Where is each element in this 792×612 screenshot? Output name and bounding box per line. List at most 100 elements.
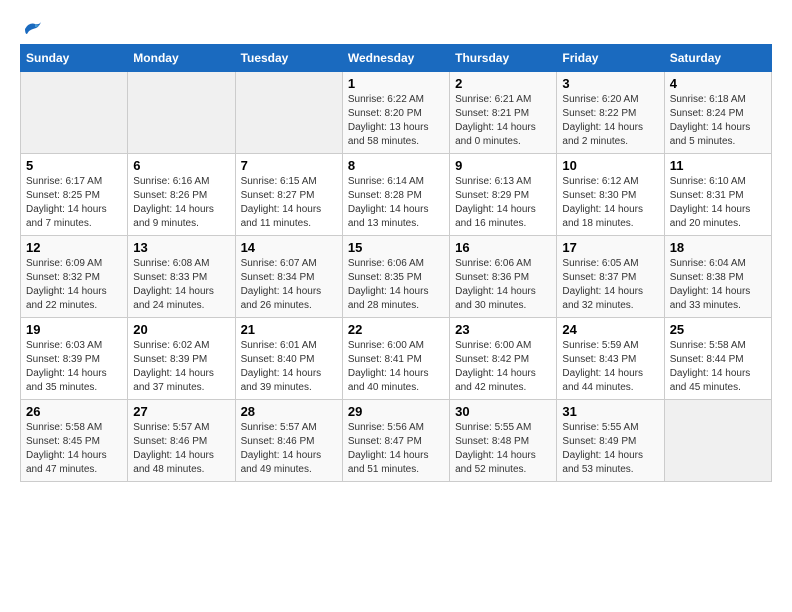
day-info: Sunrise: 5:55 AM Sunset: 8:48 PM Dayligh…: [455, 421, 551, 477]
day-number: 28: [241, 404, 337, 419]
weekday-header-thursday: Thursday: [450, 45, 557, 72]
day-number: 2: [455, 76, 551, 91]
day-info: Sunrise: 6:22 AM Sunset: 8:20 PM Dayligh…: [348, 93, 444, 149]
day-info: Sunrise: 6:00 AM Sunset: 8:42 PM Dayligh…: [455, 339, 551, 395]
day-number: 17: [562, 240, 658, 255]
calendar-cell: 27 Sunrise: 5:57 AM Sunset: 8:46 PM Dayli…: [128, 400, 235, 482]
day-info: Sunrise: 6:02 AM Sunset: 8:39 PM Dayligh…: [133, 339, 229, 395]
weekday-header-wednesday: Wednesday: [342, 45, 449, 72]
calendar-cell: 1 Sunrise: 6:22 AM Sunset: 8:20 PM Daylig…: [342, 72, 449, 154]
day-info: Sunrise: 5:58 AM Sunset: 8:45 PM Dayligh…: [26, 421, 122, 477]
day-info: Sunrise: 5:55 AM Sunset: 8:49 PM Dayligh…: [562, 421, 658, 477]
calendar-cell: 11 Sunrise: 6:10 AM Sunset: 8:31 PM Dayli…: [664, 154, 771, 236]
calendar-cell: 18Sunrise: 6:04 AM Sunset: 8:38 PM Dayli…: [664, 236, 771, 318]
page-header: [20, 20, 772, 34]
calendar-cell: 7 Sunrise: 6:15 AM Sunset: 8:27 PM Daylig…: [235, 154, 342, 236]
day-number: 16: [455, 240, 551, 255]
calendar-cell: 8 Sunrise: 6:14 AM Sunset: 8:28 PM Daylig…: [342, 154, 449, 236]
calendar-week-4: 19 Sunrise: 6:03 AM Sunset: 8:39 PM Dayli…: [21, 318, 772, 400]
calendar-cell: 31 Sunrise: 5:55 AM Sunset: 8:49 PM Dayli…: [557, 400, 664, 482]
day-number: 3: [562, 76, 658, 91]
day-number: 23: [455, 322, 551, 337]
calendar-cell: 19 Sunrise: 6:03 AM Sunset: 8:39 PM Dayli…: [21, 318, 128, 400]
day-info: Sunrise: 5:59 AM Sunset: 8:43 PM Dayligh…: [562, 339, 658, 395]
day-info: Sunrise: 6:20 AM Sunset: 8:22 PM Dayligh…: [562, 93, 658, 149]
calendar-cell: 6 Sunrise: 6:16 AM Sunset: 8:26 PM Daylig…: [128, 154, 235, 236]
day-info: Sunrise: 6:06 AM Sunset: 8:36 PM Dayligh…: [455, 257, 551, 313]
day-number: 22: [348, 322, 444, 337]
calendar-cell: 10 Sunrise: 6:12 AM Sunset: 8:30 PM Dayli…: [557, 154, 664, 236]
day-number: 15: [348, 240, 444, 255]
day-info: Sunrise: 6:21 AM Sunset: 8:21 PM Dayligh…: [455, 93, 551, 149]
day-info: Sunrise: 6:03 AM Sunset: 8:39 PM Dayligh…: [26, 339, 122, 395]
calendar-cell: 12 Sunrise: 6:09 AM Sunset: 8:32 PM Dayli…: [21, 236, 128, 318]
calendar-cell: 17Sunrise: 6:05 AM Sunset: 8:37 PM Dayli…: [557, 236, 664, 318]
day-number: 27: [133, 404, 229, 419]
calendar-week-1: 1 Sunrise: 6:22 AM Sunset: 8:20 PM Daylig…: [21, 72, 772, 154]
calendar-week-3: 12 Sunrise: 6:09 AM Sunset: 8:32 PM Dayli…: [21, 236, 772, 318]
day-info: Sunrise: 6:04 AM Sunset: 8:38 PM Dayligh…: [670, 257, 766, 313]
day-info: Sunrise: 6:12 AM Sunset: 8:30 PM Dayligh…: [562, 175, 658, 231]
calendar-cell: 5Sunrise: 6:17 AM Sunset: 8:25 PM Daylig…: [21, 154, 128, 236]
calendar-cell: 16 Sunrise: 6:06 AM Sunset: 8:36 PM Dayli…: [450, 236, 557, 318]
day-number: 20: [133, 322, 229, 337]
calendar-cell: [128, 72, 235, 154]
day-info: Sunrise: 6:09 AM Sunset: 8:32 PM Dayligh…: [26, 257, 122, 313]
day-info: Sunrise: 5:58 AM Sunset: 8:44 PM Dayligh…: [670, 339, 766, 395]
day-number: 13: [133, 240, 229, 255]
day-number: 14: [241, 240, 337, 255]
day-info: Sunrise: 6:06 AM Sunset: 8:35 PM Dayligh…: [348, 257, 444, 313]
day-number: 26: [26, 404, 122, 419]
day-info: Sunrise: 6:15 AM Sunset: 8:27 PM Dayligh…: [241, 175, 337, 231]
day-info: Sunrise: 5:57 AM Sunset: 8:46 PM Dayligh…: [133, 421, 229, 477]
calendar-cell: 29 Sunrise: 5:56 AM Sunset: 8:47 PM Dayli…: [342, 400, 449, 482]
day-number: 5: [26, 158, 122, 173]
calendar-cell: 23 Sunrise: 6:00 AM Sunset: 8:42 PM Dayli…: [450, 318, 557, 400]
day-number: 29: [348, 404, 444, 419]
weekday-header-monday: Monday: [128, 45, 235, 72]
day-info: Sunrise: 6:00 AM Sunset: 8:41 PM Dayligh…: [348, 339, 444, 395]
day-info: Sunrise: 6:10 AM Sunset: 8:31 PM Dayligh…: [670, 175, 766, 231]
calendar-cell: 24 Sunrise: 5:59 AM Sunset: 8:43 PM Dayli…: [557, 318, 664, 400]
weekday-header-tuesday: Tuesday: [235, 45, 342, 72]
calendar-cell: 25Sunrise: 5:58 AM Sunset: 8:44 PM Dayli…: [664, 318, 771, 400]
calendar-cell: 14 Sunrise: 6:07 AM Sunset: 8:34 PM Dayli…: [235, 236, 342, 318]
day-number: 24: [562, 322, 658, 337]
day-info: Sunrise: 5:56 AM Sunset: 8:47 PM Dayligh…: [348, 421, 444, 477]
calendar-week-2: 5Sunrise: 6:17 AM Sunset: 8:25 PM Daylig…: [21, 154, 772, 236]
calendar-cell: 3 Sunrise: 6:20 AM Sunset: 8:22 PM Daylig…: [557, 72, 664, 154]
day-info: Sunrise: 6:14 AM Sunset: 8:28 PM Dayligh…: [348, 175, 444, 231]
weekday-header-sunday: Sunday: [21, 45, 128, 72]
day-info: Sunrise: 5:57 AM Sunset: 8:46 PM Dayligh…: [241, 421, 337, 477]
logo: [20, 20, 44, 34]
day-number: 19: [26, 322, 122, 337]
weekday-header-friday: Friday: [557, 45, 664, 72]
day-number: 1: [348, 76, 444, 91]
day-number: 7: [241, 158, 337, 173]
day-number: 12: [26, 240, 122, 255]
day-info: Sunrise: 6:07 AM Sunset: 8:34 PM Dayligh…: [241, 257, 337, 313]
day-info: Sunrise: 6:18 AM Sunset: 8:24 PM Dayligh…: [670, 93, 766, 149]
calendar-cell: 9 Sunrise: 6:13 AM Sunset: 8:29 PM Daylig…: [450, 154, 557, 236]
day-number: 30: [455, 404, 551, 419]
calendar-cell: 26 Sunrise: 5:58 AM Sunset: 8:45 PM Dayli…: [21, 400, 128, 482]
day-number: 10: [562, 158, 658, 173]
day-number: 9: [455, 158, 551, 173]
day-number: 11: [670, 158, 766, 173]
weekday-header-saturday: Saturday: [664, 45, 771, 72]
calendar-cell: 2 Sunrise: 6:21 AM Sunset: 8:21 PM Daylig…: [450, 72, 557, 154]
calendar-cell: 20 Sunrise: 6:02 AM Sunset: 8:39 PM Dayli…: [128, 318, 235, 400]
calendar-week-5: 26 Sunrise: 5:58 AM Sunset: 8:45 PM Dayli…: [21, 400, 772, 482]
logo-bird-icon: [21, 20, 43, 38]
day-number: 6: [133, 158, 229, 173]
day-number: 31: [562, 404, 658, 419]
day-number: 4: [670, 76, 766, 91]
calendar-cell: 21Sunrise: 6:01 AM Sunset: 8:40 PM Dayli…: [235, 318, 342, 400]
day-info: Sunrise: 6:13 AM Sunset: 8:29 PM Dayligh…: [455, 175, 551, 231]
calendar-cell: 30 Sunrise: 5:55 AM Sunset: 8:48 PM Dayli…: [450, 400, 557, 482]
day-number: 21: [241, 322, 337, 337]
day-info: Sunrise: 6:16 AM Sunset: 8:26 PM Dayligh…: [133, 175, 229, 231]
day-number: 8: [348, 158, 444, 173]
calendar-cell: 15 Sunrise: 6:06 AM Sunset: 8:35 PM Dayli…: [342, 236, 449, 318]
day-info: Sunrise: 6:08 AM Sunset: 8:33 PM Dayligh…: [133, 257, 229, 313]
